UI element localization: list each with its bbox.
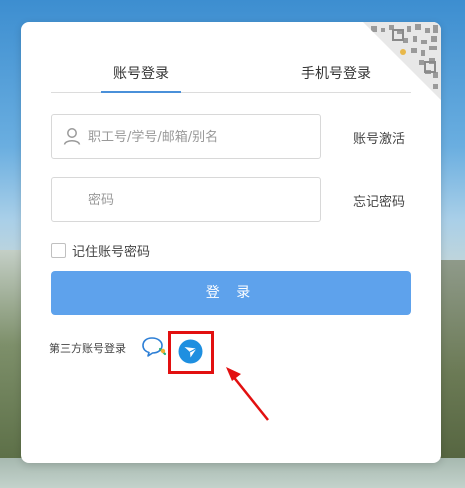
login-tabs: 账号登录 手机号登录 — [51, 60, 411, 93]
user-icon — [63, 128, 81, 145]
background-trees-right — [439, 260, 465, 488]
login-card: 账号登录 手机号登录 账号激活 忘记密码 记住账号密码 登 录 第三方账号登录 — [21, 22, 441, 463]
password-input[interactable] — [86, 178, 310, 223]
third-party-label: 第三方账号登录 — [49, 342, 126, 355]
username-field — [51, 114, 321, 160]
tab-phone-login[interactable]: 手机号登录 — [286, 60, 386, 93]
chat-bubble-icon[interactable] — [141, 335, 167, 359]
remember-me: 记住账号密码 — [51, 241, 151, 260]
remember-label: 记住账号密码 — [72, 244, 151, 260]
forgot-password-link[interactable]: 忘记密码 — [353, 191, 405, 210]
remember-checkbox[interactable] — [51, 242, 66, 258]
username-input[interactable] — [86, 115, 310, 160]
login-button[interactable]: 登 录 — [51, 271, 411, 315]
feishu-bird-icon[interactable] — [178, 339, 203, 364]
tab-active-underline — [101, 91, 181, 93]
password-field — [51, 177, 321, 223]
tab-account-login[interactable]: 账号登录 — [101, 60, 181, 93]
activate-account-link[interactable]: 账号激活 — [353, 128, 405, 147]
